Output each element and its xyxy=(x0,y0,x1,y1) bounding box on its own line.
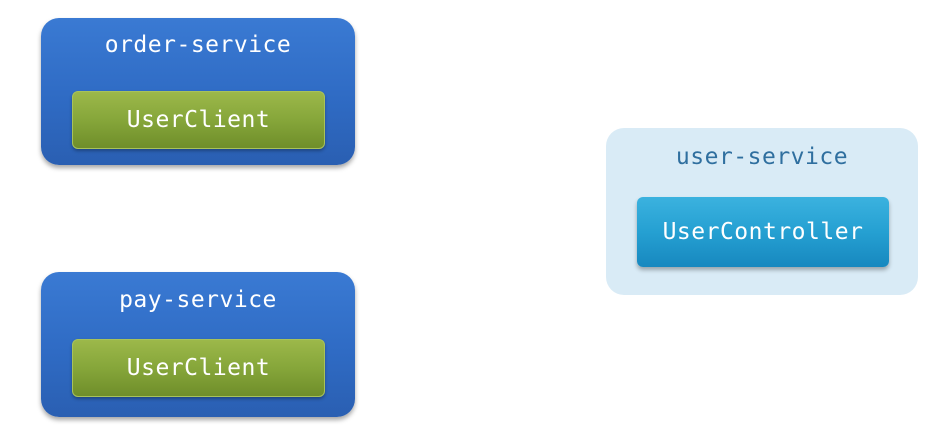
user-service-box: user-service UserController xyxy=(606,128,918,295)
pay-service-box: pay-service UserClient xyxy=(41,272,355,417)
user-service-usercontroller: UserController xyxy=(637,197,889,267)
pay-service-title: pay-service xyxy=(119,287,277,313)
order-service-title: order-service xyxy=(104,32,292,58)
user-service-title: user-service xyxy=(675,144,849,170)
order-service-box: order-service UserClient xyxy=(41,18,355,165)
pay-service-userclient: UserClient xyxy=(72,339,325,397)
order-service-userclient: UserClient xyxy=(72,91,325,149)
